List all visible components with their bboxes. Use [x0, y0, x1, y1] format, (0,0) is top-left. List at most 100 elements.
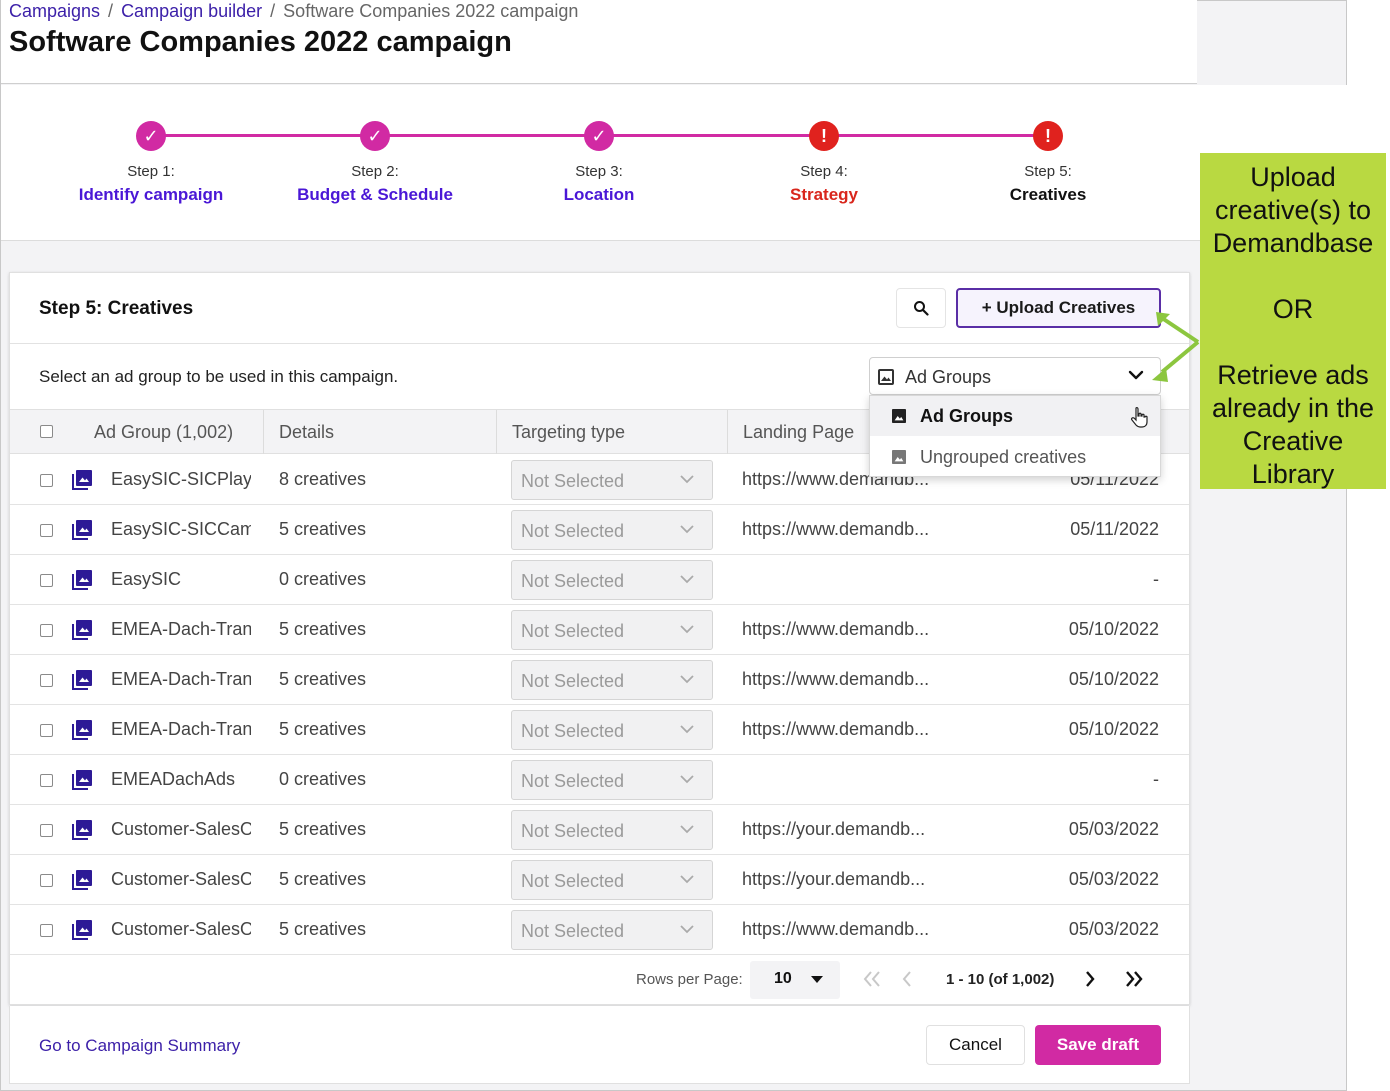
ad-group-images-icon — [72, 770, 92, 790]
ad-group-images-icon — [72, 820, 92, 840]
breadcrumb-campaign-builder[interactable]: Campaign builder — [121, 1, 262, 21]
targeting-type-value: Not Selected — [521, 721, 625, 741]
column-header-targeting-type[interactable]: Targeting type — [512, 410, 625, 454]
callout-line: Demandbase — [1212, 228, 1374, 258]
ad-group-name: Customer-SalesOps — [111, 869, 251, 889]
creative-count: 5 creatives — [279, 719, 367, 739]
targeting-type-value: Not Selected — [521, 571, 625, 591]
row-checkbox[interactable] — [40, 824, 53, 837]
targeting-type-select[interactable]: Not Selected — [511, 860, 713, 900]
page-range: 1 - 10 (of 1,002) — [946, 971, 1055, 988]
menu-item-ad-groups[interactable]: Ad Groups — [870, 396, 1160, 436]
modified-date: 05/10/2022 — [1068, 619, 1159, 639]
targeting-type-select[interactable]: Not Selected — [511, 510, 713, 550]
first-page-icon[interactable] — [861, 969, 883, 989]
row-checkbox[interactable] — [40, 924, 53, 937]
step-identify-campaign[interactable]: ✓ Step 1: Identify campaign — [41, 121, 261, 205]
chevron-down-icon — [680, 525, 694, 534]
table-row[interactable]: Customer-SalesOps 5 creatives Not Select… — [10, 855, 1189, 905]
targeting-type-value: Not Selected — [521, 621, 625, 641]
modified-date: 05/03/2022 — [1068, 869, 1159, 889]
breadcrumb-separator: / — [270, 1, 276, 21]
targeting-type-select[interactable]: Not Selected — [511, 910, 713, 950]
row-checkbox[interactable] — [40, 524, 53, 537]
breadcrumb-campaigns[interactable]: Campaigns — [9, 1, 100, 21]
search-button[interactable] — [896, 288, 946, 328]
chevron-down-icon — [680, 475, 694, 484]
row-checkbox[interactable] — [40, 574, 53, 587]
targeting-type-select[interactable]: Not Selected — [511, 810, 713, 850]
chevron-down-icon — [680, 875, 694, 884]
rows-per-page-label: Rows per Page: — [636, 971, 743, 988]
targeting-type-select[interactable]: Not Selected — [511, 710, 713, 750]
search-icon — [914, 301, 929, 316]
table-row[interactable]: Customer-SalesOps 5 creatives Not Select… — [10, 905, 1189, 955]
view-select-dropdown[interactable]: Ad Groups — [869, 357, 1161, 395]
targeting-type-value: Not Selected — [521, 671, 625, 691]
row-checkbox[interactable] — [40, 624, 53, 637]
table-row[interactable]: EMEA-Dach-Transport 5 creatives Not Sele… — [10, 705, 1189, 755]
cancel-button[interactable]: Cancel — [926, 1025, 1025, 1065]
upload-creatives-button[interactable]: + Upload Creatives — [956, 288, 1161, 328]
targeting-type-value: Not Selected — [521, 521, 625, 541]
chevron-down-icon — [680, 775, 694, 784]
creative-count: 5 creatives — [279, 519, 367, 539]
rows-per-page-select[interactable]: 10 — [750, 961, 840, 999]
step-name: Identify campaign — [78, 185, 224, 204]
table-row[interactable]: EMEADachAds 0 creatives Not Selected - — [10, 755, 1189, 805]
row-checkbox[interactable] — [40, 724, 53, 737]
step-number: Step 3: — [575, 163, 623, 180]
campaign-stepper: ✓ Step 1: Identify campaign ✓ Step 2: Bu… — [1, 85, 1347, 241]
creative-count: 5 creatives — [279, 619, 367, 639]
creative-count: 5 creatives — [279, 819, 367, 839]
previous-page-icon[interactable] — [900, 969, 914, 989]
ad-group-name: Customer-SalesOps — [111, 919, 251, 939]
step-warning-icon: ! — [809, 121, 839, 151]
ad-group-name: EMEADachAds — [111, 769, 236, 789]
row-checkbox[interactable] — [40, 674, 53, 687]
ad-group-images-icon — [72, 570, 92, 590]
targeting-type-value: Not Selected — [521, 871, 625, 891]
targeting-type-select[interactable]: Not Selected — [511, 460, 713, 500]
chevron-down-icon — [680, 825, 694, 834]
modified-date: 05/10/2022 — [1068, 719, 1159, 739]
rows-per-page-value: 10 — [774, 970, 792, 987]
modified-date: - — [1153, 569, 1159, 589]
table-row[interactable]: EMEA-Dach-Transport 5 creatives Not Sele… — [10, 605, 1189, 655]
instruction-text: Select an ad group to be used in this ca… — [39, 367, 399, 386]
menu-item-ungrouped-creatives[interactable]: Ungrouped creatives — [870, 437, 1160, 477]
select-all-checkbox[interactable] — [40, 425, 53, 438]
targeting-type-select[interactable]: Not Selected — [511, 760, 713, 800]
next-page-icon[interactable] — [1083, 969, 1097, 989]
table-row[interactable]: Customer-SalesOps 5 creatives Not Select… — [10, 805, 1189, 855]
step-name: Location — [563, 185, 635, 204]
column-divider — [727, 410, 728, 454]
callout-or: OR — [1272, 294, 1314, 324]
callout-line: Creative — [1242, 426, 1344, 456]
column-header-landing-page[interactable]: Landing Page — [743, 410, 854, 454]
chevron-down-icon — [680, 925, 694, 934]
table-row[interactable]: EasySIC 0 creatives Not Selected - — [10, 555, 1189, 605]
creative-count: 5 creatives — [279, 919, 367, 939]
targeting-type-select[interactable]: Not Selected — [511, 660, 713, 700]
step-creatives[interactable]: ! Step 5: Creatives — [938, 121, 1158, 205]
table-row[interactable]: EasySIC-SICCampaign 5 creatives Not Sele… — [10, 505, 1189, 555]
targeting-type-select[interactable]: Not Selected — [511, 560, 713, 600]
annotation-arrows-icon — [1152, 312, 1200, 382]
targeting-type-select[interactable]: Not Selected — [511, 610, 713, 650]
row-checkbox[interactable] — [40, 474, 53, 487]
table-row[interactable]: EMEA-Dach-Transport 5 creatives Not Sele… — [10, 655, 1189, 705]
step-location[interactable]: ✓ Step 3: Location — [489, 121, 709, 205]
landing-page-url: https://www.demandb... — [742, 669, 930, 689]
ad-group-images-icon — [72, 520, 92, 540]
column-header-ad-group[interactable]: Ad Group (1,002) — [94, 410, 233, 454]
save-draft-button[interactable]: Save draft — [1035, 1025, 1161, 1065]
step-strategy[interactable]: ! Step 4: Strategy — [714, 121, 934, 205]
row-checkbox[interactable] — [40, 874, 53, 887]
last-page-icon[interactable] — [1123, 969, 1145, 989]
go-to-campaign-summary-link[interactable]: Go to Campaign Summary — [39, 1036, 240, 1056]
row-checkbox[interactable] — [40, 774, 53, 787]
landing-page-url: https://www.demandb... — [742, 919, 930, 939]
column-header-details[interactable]: Details — [279, 410, 334, 454]
step-budget-schedule[interactable]: ✓ Step 2: Budget & Schedule — [265, 121, 485, 205]
